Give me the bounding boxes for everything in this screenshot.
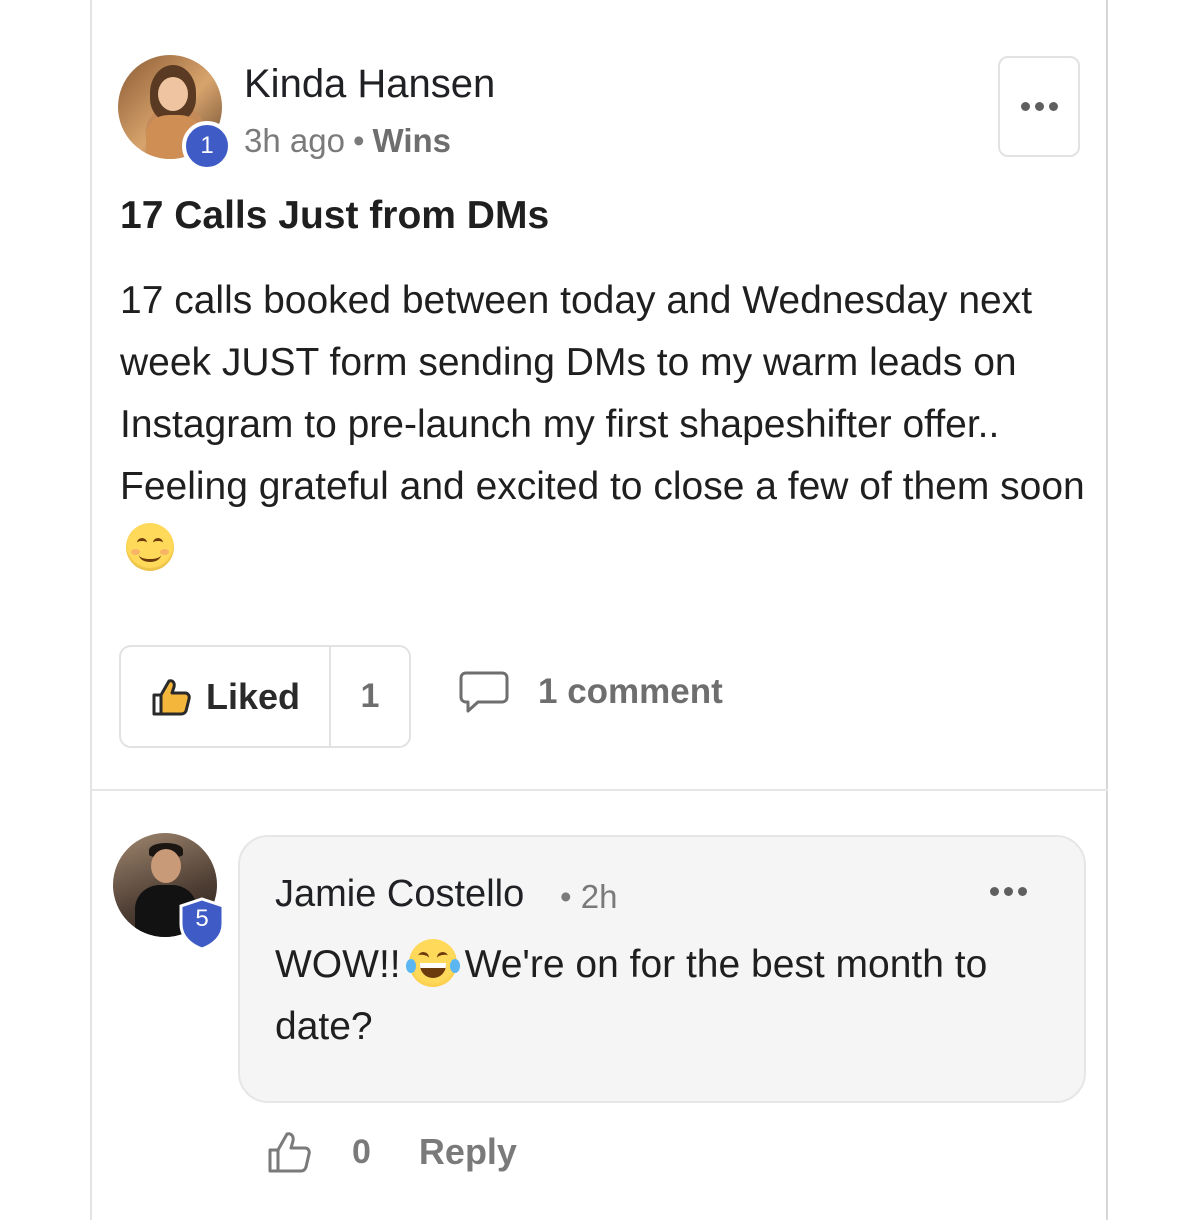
post-category[interactable]: Wins [373,122,452,159]
meta-separator: • [352,122,365,159]
comments-link[interactable]: 1 comment [458,670,723,714]
post-meta: 3h ago • Wins [244,122,451,160]
comment-text: WOW!! We're on for the best month to date… [275,934,1065,1058]
author-level-badge: 1 [182,121,232,171]
comment-actions: 0 Reply [266,1130,517,1174]
comment-text-start: WOW!! [275,943,401,986]
speech-bubble-icon [459,671,509,713]
section-divider [92,789,1108,791]
comment-time: • 2h [560,878,617,916]
comment-like-button[interactable] [266,1130,312,1174]
post-title: 17 Calls Just from DMs [120,194,550,237]
thumbs-up-icon [152,678,191,715]
comment-count-label: 1 comment [538,672,723,711]
ellipsis-icon [1020,102,1058,111]
comment-time-value: 2h [580,878,618,915]
post-body: 17 calls booked between today and Wednes… [120,270,1090,580]
commenter-level-badge: 5 [178,897,226,951]
comment-more-button[interactable] [990,887,1027,896]
commenter-level-number: 5 [195,905,209,932]
post-body-text: 17 calls booked between today and Wednes… [120,279,1085,508]
like-count[interactable]: 1 [331,647,409,746]
thumbs-up-icon [268,1132,311,1173]
tears-of-joy-emoji-icon [405,939,460,987]
like-button[interactable]: Liked [121,647,331,746]
smiling-face-emoji-icon [126,523,174,571]
author-name[interactable]: Kinda Hansen [244,62,495,107]
post-more-button[interactable] [998,56,1080,157]
reply-button[interactable]: Reply [419,1131,517,1173]
like-button-group: Liked 1 [119,645,411,748]
like-label: Liked [205,675,301,717]
commenter-name[interactable]: Jamie Costello [275,873,524,916]
comment-separator: • [560,878,572,915]
ellipsis-icon [990,887,1027,896]
comment-like-count: 0 [352,1132,371,1171]
post-time: 3h ago [244,122,345,159]
